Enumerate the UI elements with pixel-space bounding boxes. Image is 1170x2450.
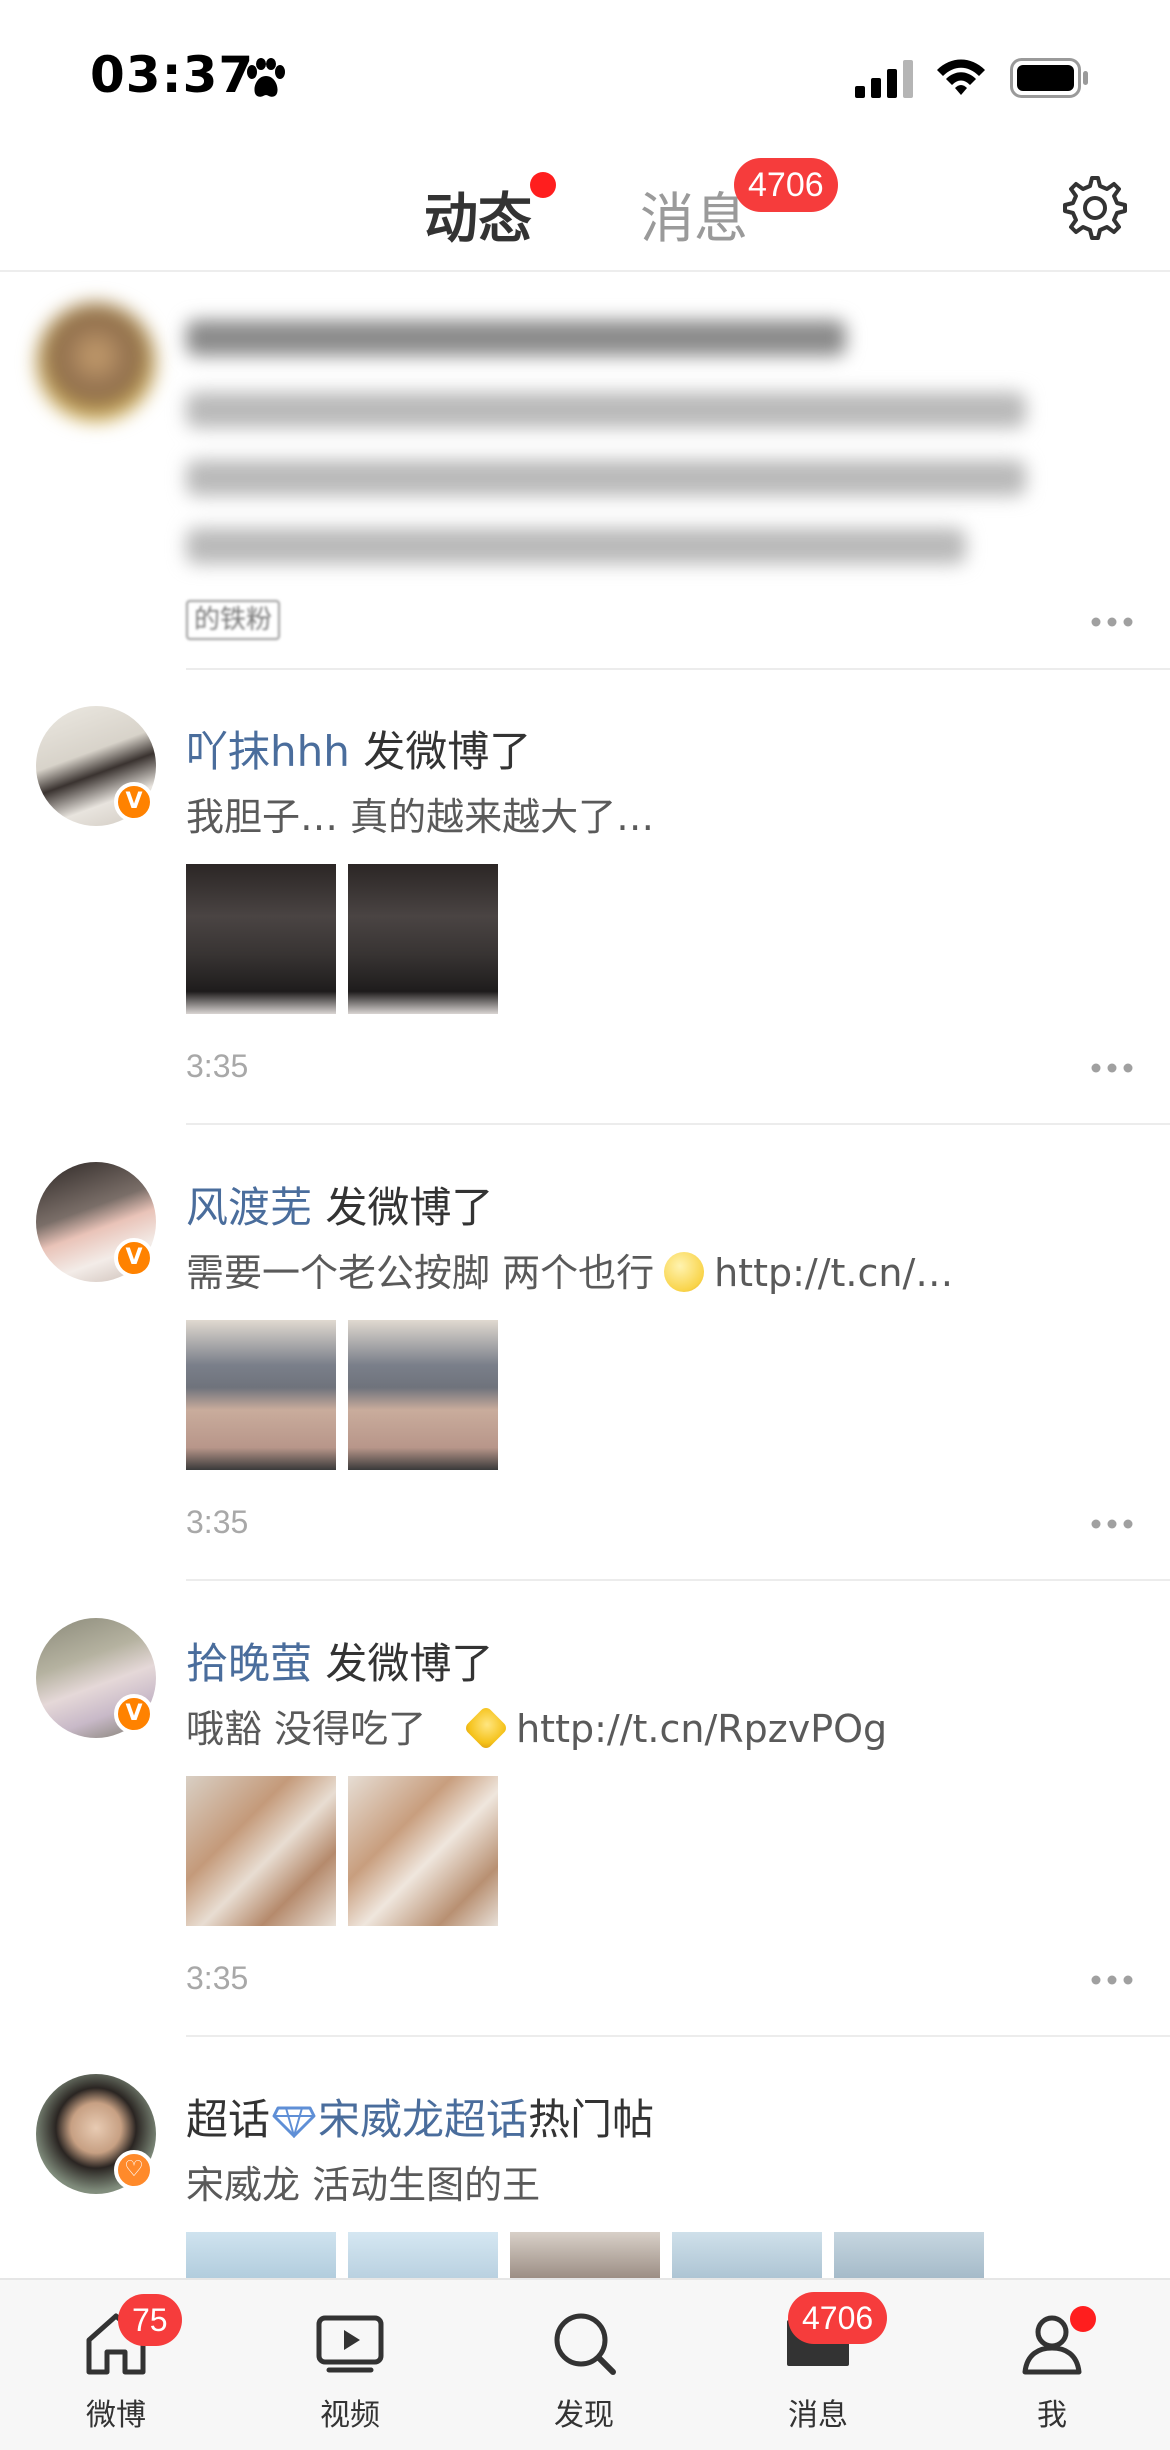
nav-discover[interactable]: 发现 [504, 2298, 664, 2433]
verified-badge: V [114, 1694, 154, 1734]
post-text[interactable]: 我胆子… 真的越来越大了… [186, 786, 1046, 841]
diamond-icon [272, 2106, 316, 2140]
post-username[interactable]: 吖抹hhh [186, 727, 350, 776]
verified-badge: V [114, 1238, 154, 1278]
post-text[interactable]: 哦豁 没得吃了 http://t.cn/RpzvPOg [186, 1698, 1046, 1753]
feed-post[interactable]: V 拾晚萤 发微博了 哦豁 没得吃了 http://t.cn/RpzvPOg 3:… [0, 1580, 1170, 2037]
star-emoji-icon [463, 1705, 509, 1751]
post-time: 3:35 [186, 1960, 249, 1996]
nav-video[interactable]: 视频 [270, 2298, 430, 2433]
post-username[interactable]: 拾晚萤 [186, 1639, 312, 1688]
post-title: 吖抹hhh 发微博了 [186, 718, 531, 779]
post-time: 3:35 [186, 1504, 249, 1540]
nav-profile[interactable]: 我 [972, 2298, 1132, 2433]
status-time: 03:37 [90, 46, 255, 104]
messages-count-badge: 4706 [788, 2292, 888, 2344]
supertopic-name[interactable]: 宋威龙超话 [318, 2095, 528, 2144]
tab-messages[interactable]: 消息 [640, 174, 748, 253]
dizzy-face-emoji-icon [664, 1252, 705, 1292]
video-icon [316, 2315, 384, 2373]
post-link[interactable]: http://t.cn/… [714, 1251, 953, 1295]
gear-icon[interactable] [1060, 173, 1130, 243]
supertopic-prefix: 超话 [186, 2095, 271, 2144]
avatar[interactable] [36, 302, 156, 422]
nav-discover-label: 发现 [554, 2398, 614, 2433]
post-image[interactable] [348, 864, 498, 1014]
battery-icon [1010, 58, 1088, 98]
post-action: 热门帖 [528, 2095, 655, 2144]
home-count-badge: 75 [118, 2294, 182, 2346]
supertopic-badge: ♡ [114, 2150, 154, 2190]
post-title: 拾晚萤 发微博了 [186, 1630, 493, 1691]
profile-unread-dot [1070, 2306, 1096, 2332]
nav-home-label: 微博 [86, 2398, 146, 2433]
more-options-icon[interactable] [1090, 1518, 1134, 1530]
search-icon [554, 2313, 616, 2375]
post-text[interactable]: 需要一个老公按脚 两个也行 http://t.cn/… [186, 1242, 1046, 1297]
post-text[interactable]: 宋威龙 活动生图的王 [186, 2154, 1046, 2209]
status-bar: 03:37 [0, 0, 1170, 150]
more-options-icon[interactable] [1090, 616, 1134, 628]
post-image[interactable] [186, 1776, 336, 1926]
post-time: 3:35 [186, 1048, 249, 1084]
post-text-main: 哦豁 没得吃了 [186, 1707, 427, 1751]
post-image[interactable] [186, 1320, 336, 1470]
post-image[interactable] [348, 1776, 498, 1926]
nav-video-label: 视频 [320, 2398, 380, 2433]
tab-feed[interactable]: 动态 [424, 174, 532, 253]
more-options-icon[interactable] [1090, 1974, 1134, 1986]
feed-post[interactable]: V 吖抹hhh 发微博了 我胆子… 真的越来越大了… 3:35 [0, 668, 1170, 1125]
feed-post[interactable]: V 风渡芜 发微博了 需要一个老公按脚 两个也行 http://t.cn/… 3:… [0, 1124, 1170, 1581]
bottom-tab-bar: 微博 75 视频 发现 消息 4706 我 [0, 2278, 1170, 2450]
cellular-signal-icon [855, 60, 913, 98]
post-image[interactable] [186, 864, 336, 1014]
top-header: 动态 消息 4706 [0, 150, 1170, 272]
paw-icon [247, 58, 285, 97]
feed-unread-dot [530, 172, 556, 198]
post-image[interactable] [348, 1320, 498, 1470]
post-action: 发微博了 [349, 727, 532, 776]
feed-post-blurred[interactable]: 的铁粉 [0, 272, 1170, 670]
wifi-icon [937, 59, 985, 95]
post-text-main: 需要一个老公按脚 两个也行 [186, 1251, 655, 1295]
more-options-icon[interactable] [1090, 1062, 1134, 1074]
nav-profile-label: 我 [1037, 2398, 1067, 2433]
post-action: 发微博了 [312, 1639, 494, 1688]
post-username[interactable]: 风渡芜 [186, 1183, 312, 1232]
post-title: 超话 宋威龙超话热门帖 [186, 2086, 654, 2147]
fan-tag: 的铁粉 [186, 600, 281, 640]
post-link[interactable]: http://t.cn/RpzvPOg [516, 1707, 887, 1751]
nav-messages[interactable]: 消息 4706 [738, 2292, 898, 2433]
post-title: 风渡芜 发微博了 [186, 1174, 493, 1235]
messages-count-badge: 4706 [734, 158, 838, 212]
nav-messages-label: 消息 [788, 2398, 848, 2433]
nav-home[interactable]: 微博 75 [36, 2294, 196, 2433]
post-action: 发微博了 [312, 1183, 494, 1232]
verified-badge: V [114, 782, 154, 822]
